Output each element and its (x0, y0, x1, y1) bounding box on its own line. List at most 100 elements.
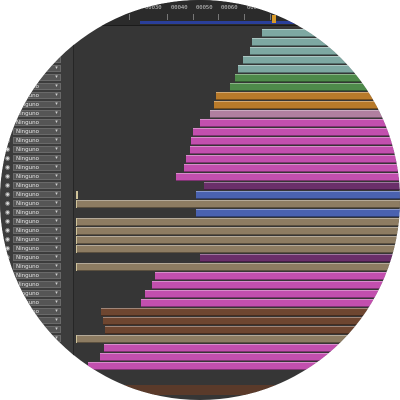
chevron-down-icon[interactable]: ▾ (53, 326, 60, 333)
chevron-down-icon[interactable]: ▾ (53, 254, 60, 261)
clip[interactable] (141, 299, 400, 307)
chevron-down-icon[interactable]: ▾ (53, 146, 60, 153)
eye-icon[interactable]: ◉ (4, 299, 11, 306)
clip[interactable] (101, 308, 400, 316)
clip[interactable] (191, 137, 400, 145)
chevron-down-icon[interactable]: ▾ (53, 236, 60, 243)
clip[interactable] (155, 272, 400, 280)
chevron-down-icon[interactable]: ▾ (53, 164, 60, 171)
eye-icon[interactable]: ◉ (4, 317, 11, 324)
eye-icon[interactable]: ◉ (4, 218, 11, 225)
chevron-down-icon[interactable]: ▾ (53, 218, 60, 225)
eye-icon[interactable]: ◉ (4, 344, 11, 351)
eye-icon[interactable]: ◉ (4, 119, 11, 126)
clip[interactable] (238, 65, 400, 73)
chevron-down-icon[interactable]: ▾ (53, 110, 60, 117)
chevron-down-icon[interactable]: ▾ (53, 245, 60, 252)
clip[interactable] (77, 200, 400, 208)
chevron-down-icon[interactable]: ▾ (53, 128, 60, 135)
eye-icon[interactable]: ◉ (4, 65, 11, 72)
eye-icon[interactable]: ◉ (4, 254, 11, 261)
clip[interactable] (77, 218, 400, 226)
clip[interactable] (152, 281, 400, 289)
clip[interactable] (193, 128, 400, 136)
eye-icon[interactable]: ◉ (4, 83, 11, 90)
clip[interactable] (77, 236, 400, 244)
eye-icon[interactable]: ◉ (4, 101, 11, 108)
eye-icon[interactable]: ◉ (4, 281, 11, 288)
chevron-down-icon[interactable]: ▾ (53, 335, 60, 342)
eye-icon[interactable]: ◉ (4, 335, 11, 342)
chevron-down-icon[interactable]: ▾ (53, 272, 60, 279)
clip[interactable] (214, 101, 400, 109)
chevron-down-icon[interactable]: ▾ (53, 344, 60, 351)
eye-icon[interactable]: ◉ (4, 227, 11, 234)
clip[interactable] (262, 29, 400, 37)
clip[interactable] (145, 290, 400, 298)
chevron-down-icon[interactable]: ▾ (53, 47, 60, 54)
eye-icon[interactable]: ◉ (4, 200, 11, 207)
chevron-down-icon[interactable]: ▾ (53, 29, 60, 36)
eye-icon[interactable]: ◉ (4, 326, 11, 333)
chevron-down-icon[interactable]: ▾ (53, 281, 60, 288)
chevron-down-icon[interactable]: ▾ (53, 317, 60, 324)
clip[interactable] (186, 155, 400, 163)
eye-icon[interactable]: ◉ (4, 74, 11, 81)
clip[interactable] (250, 47, 400, 55)
chevron-down-icon[interactable]: ▾ (53, 74, 60, 81)
eye-icon[interactable]: ◉ (4, 146, 11, 153)
clip[interactable] (252, 38, 400, 46)
clip[interactable] (196, 209, 400, 217)
eye-icon[interactable]: ◉ (4, 110, 11, 117)
chevron-down-icon[interactable]: ▾ (53, 308, 60, 315)
eye-icon[interactable]: ◉ (4, 47, 11, 54)
chevron-down-icon[interactable]: ▾ (53, 200, 60, 207)
clip[interactable] (196, 191, 400, 199)
clip[interactable] (100, 353, 400, 361)
chevron-down-icon[interactable]: ▾ (53, 227, 60, 234)
chevron-down-icon[interactable]: ▾ (53, 101, 60, 108)
timeline-ruler[interactable]: 00030 00040 00050 00060 00070 (0, 0, 400, 26)
eye-icon[interactable]: ◉ (4, 164, 11, 171)
chevron-down-icon[interactable]: ▾ (53, 173, 60, 180)
clip[interactable] (210, 110, 400, 118)
clip[interactable] (204, 182, 400, 190)
eye-icon[interactable]: ◉ (4, 29, 11, 36)
chevron-down-icon[interactable]: ▾ (53, 119, 60, 126)
clip[interactable] (104, 344, 400, 352)
eye-icon[interactable]: ◉ (4, 128, 11, 135)
clip[interactable] (77, 335, 400, 343)
eye-icon[interactable]: ◉ (4, 38, 11, 45)
eye-icon[interactable]: ◉ (4, 272, 11, 279)
chevron-down-icon[interactable]: ▾ (53, 299, 60, 306)
chevron-down-icon[interactable]: ▾ (53, 92, 60, 99)
eye-icon[interactable]: ◉ (4, 209, 11, 216)
clip-start-handle[interactable] (76, 191, 78, 199)
eye-icon[interactable]: ◉ (4, 245, 11, 252)
chevron-down-icon[interactable]: ▾ (53, 182, 60, 189)
clip[interactable] (184, 164, 400, 172)
clip[interactable] (88, 362, 400, 370)
chevron-down-icon[interactable]: ▾ (53, 191, 60, 198)
clip[interactable] (77, 263, 400, 271)
chevron-down-icon[interactable]: ▾ (53, 353, 60, 360)
clip[interactable] (120, 385, 360, 395)
chevron-down-icon[interactable]: ▾ (53, 56, 60, 63)
eye-icon[interactable]: ◉ (4, 308, 11, 315)
eye-icon[interactable]: ◉ (4, 92, 11, 99)
clip[interactable] (200, 254, 400, 262)
eye-icon[interactable]: ◉ (4, 155, 11, 162)
chevron-down-icon[interactable]: ▾ (53, 263, 60, 270)
chevron-down-icon[interactable]: ▾ (53, 83, 60, 90)
eye-icon[interactable]: ◉ (4, 137, 11, 144)
eye-icon[interactable]: ◉ (4, 236, 11, 243)
eye-icon[interactable]: ◉ (4, 191, 11, 198)
chevron-down-icon[interactable]: ▾ (53, 65, 60, 72)
clip[interactable] (105, 326, 400, 334)
eye-icon[interactable]: ◉ (4, 290, 11, 297)
eye-icon[interactable]: ◉ (4, 173, 11, 180)
clip[interactable] (103, 317, 400, 325)
clip[interactable] (190, 146, 400, 154)
eye-icon[interactable]: ◉ (4, 353, 11, 360)
eye-icon[interactable]: ◉ (4, 56, 11, 63)
